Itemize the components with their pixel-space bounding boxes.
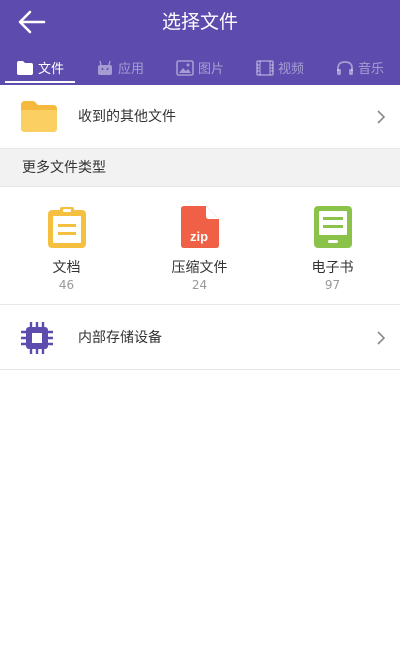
ebook-icon [313, 206, 352, 248]
file-type-archives[interactable]: zip 压缩文件 24 [133, 187, 266, 305]
app-icon [97, 60, 112, 75]
video-icon [256, 59, 274, 76]
file-type-count: 46 [58, 278, 75, 292]
file-type-documents[interactable]: 文档 46 [0, 187, 133, 305]
tab-videos[interactable]: 视频 [240, 50, 320, 85]
zip-icon: zip [180, 206, 219, 248]
received-files-label: 收到的其他文件 [78, 109, 176, 125]
file-type-name: 压缩文件 [171, 260, 228, 276]
tab-files[interactable]: 文件 [0, 50, 80, 85]
document-icon [47, 207, 86, 248]
internal-storage-row[interactable]: 内部存储设备 [0, 306, 400, 370]
tab-music[interactable]: 音乐 [320, 50, 400, 85]
chevron-right-icon [377, 110, 386, 124]
section-header: 更多文件类型 [0, 149, 400, 187]
section-title: 更多文件类型 [22, 160, 106, 176]
tab-label: 音乐 [357, 62, 384, 77]
folder-icon [21, 101, 57, 132]
file-type-count: 24 [191, 278, 208, 292]
page-title: 选择文件 [161, 11, 238, 33]
file-type-ebooks[interactable]: 电子书 97 [266, 187, 399, 305]
file-type-count: 97 [324, 278, 341, 292]
image-icon [176, 59, 194, 76]
tab-label: 图片 [197, 62, 224, 77]
chip-icon [21, 322, 53, 354]
tab-bar: 文件 应用 图片 视频 音乐 [0, 50, 400, 85]
tab-label: 视频 [277, 62, 304, 77]
file-type-grid: 文档 46 zip 压缩文件 24 电子书 97 [0, 187, 400, 305]
zip-icon-text: zip [189, 229, 207, 244]
tab-label: 应用 [117, 62, 144, 77]
file-type-name: 电子书 [311, 260, 354, 276]
received-files-row[interactable]: 收到的其他文件 [0, 85, 400, 149]
chevron-right-icon [377, 331, 386, 345]
title-bar: 选择文件 [0, 0, 400, 44]
headphones-icon [336, 60, 353, 75]
folder-icon [16, 60, 33, 75]
file-type-name: 文档 [52, 260, 81, 276]
tab-label: 文件 [37, 62, 64, 77]
tab-images[interactable]: 图片 [160, 50, 240, 85]
tab-active-indicator [5, 81, 75, 83]
tab-apps[interactable]: 应用 [80, 50, 160, 85]
internal-storage-label: 内部存储设备 [78, 330, 162, 346]
app-header: 选择文件 文件 应用 图片 视频 音乐 [0, 0, 400, 85]
